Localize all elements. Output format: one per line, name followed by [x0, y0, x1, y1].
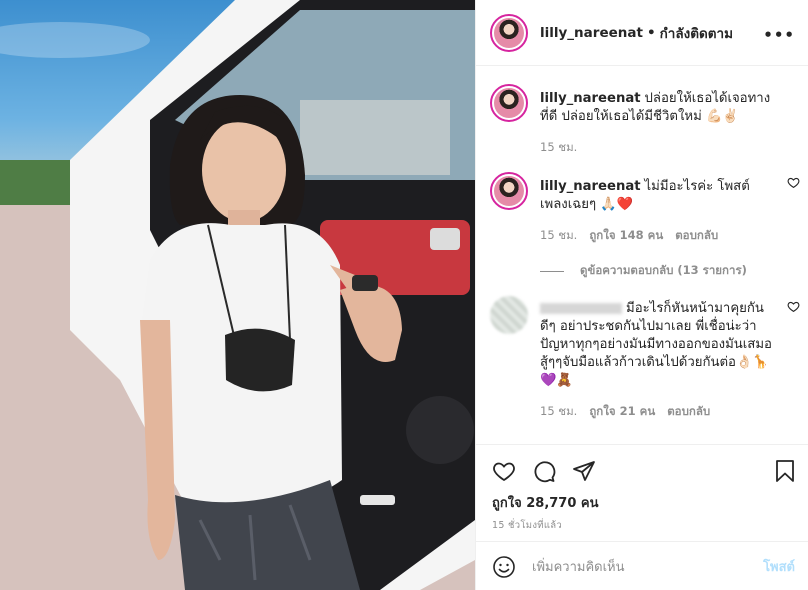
reply-button[interactable]: ตอบกลับ — [675, 226, 718, 244]
reply-button[interactable]: ตอบกลับ — [667, 402, 710, 420]
blurred-commenter-avatar[interactable] — [490, 296, 528, 334]
comment-meta: 15 ชม. ถูกใจ 148 คน ตอบกลับ — [540, 226, 775, 244]
post-comment-button[interactable]: โพสต์ — [763, 556, 795, 577]
blurred-commenter-username[interactable] — [540, 302, 622, 314]
author-username[interactable]: lilly_nareenat — [540, 25, 643, 41]
caption-time[interactable]: 15 ชม. — [540, 138, 577, 156]
replies-divider — [540, 270, 564, 272]
post-actions: ถูกใจ 28,770 คน 15 ชั่วโมงที่แล้ว เพิ่มค… — [476, 444, 808, 590]
share-icon[interactable] — [572, 459, 596, 483]
comment-time[interactable]: 15 ชม. — [540, 226, 577, 244]
post-caption: lilly_nareenat ปล่อยให้เธอได้เจอทางที่ดี … — [490, 84, 795, 156]
add-comment-bar: เพิ่มความคิดเห็น โพสต์ — [476, 541, 808, 590]
comment-item: lilly_nareenat ไม่มีอะไรค่ะ โพสต์เพลงเฉยๆ… — [490, 172, 800, 244]
heart-icon[interactable] — [492, 459, 516, 483]
comment-text: มีอะไรก็หันหน้ามาคุยกันดีๆ อย่าประชดกันไ… — [540, 301, 772, 388]
bookmark-icon[interactable] — [773, 459, 797, 483]
caption-username[interactable]: lilly_nareenat — [540, 91, 641, 106]
author-avatar[interactable] — [490, 13, 528, 52]
post-header: lilly_nareenat • กำลังติดตาม ••• — [476, 0, 808, 66]
comment-meta: 15 ชม. ถูกใจ 21 คน ตอบกลับ — [540, 402, 775, 420]
header-text: lilly_nareenat • กำลังติดตาม — [540, 22, 733, 44]
post-time-ago[interactable]: 15 ชั่วโมงที่แล้ว — [492, 518, 562, 533]
comment-input[interactable]: เพิ่มความคิดเห็น — [532, 556, 763, 577]
comment-like-heart-icon[interactable] — [787, 300, 800, 313]
post-side-panel: lilly_nareenat • กำลังติดตาม ••• lilly_n… — [475, 0, 808, 590]
bookmark-button[interactable] — [773, 459, 797, 487]
comment-body: มีอะไรก็หันหน้ามาคุยกันดีๆ อย่าประชดกันไ… — [540, 296, 775, 420]
view-replies-button[interactable]: ดูข้อความตอบกลับ (13 รายการ) — [540, 262, 747, 280]
comment-item: มีอะไรก็หันหน้ามาคุยกันดีๆ อย่าประชดกันไ… — [490, 296, 800, 420]
comment-icon[interactable] — [532, 459, 556, 483]
view-replies-label: ดูข้อความตอบกลับ (13 รายการ) — [580, 263, 747, 277]
photo-illustration — [0, 0, 475, 590]
comment-likes[interactable]: ถูกใจ 148 คน — [589, 226, 663, 244]
caption-avatar[interactable] — [490, 84, 528, 122]
comment-avatar[interactable] — [490, 172, 528, 210]
comment-time[interactable]: 15 ชม. — [540, 402, 577, 420]
action-icons — [492, 459, 596, 483]
comment-likes[interactable]: ถูกใจ 21 คน — [589, 402, 655, 420]
comment-like-heart-icon[interactable] — [787, 176, 800, 189]
post-photo[interactable] — [0, 0, 475, 590]
following-button[interactable]: กำลังติดตาม — [660, 22, 733, 44]
likes-count[interactable]: ถูกใจ 28,770 คน — [492, 492, 599, 513]
caption-body: lilly_nareenat ปล่อยให้เธอได้เจอทางที่ดี … — [540, 84, 775, 156]
header-separator: • — [646, 24, 656, 41]
more-horizontal-icon[interactable]: ••• — [763, 26, 795, 44]
emoji-icon[interactable] — [492, 555, 516, 579]
comment-username[interactable]: lilly_nareenat — [540, 179, 641, 194]
comment-body: lilly_nareenat ไม่มีอะไรค่ะ โพสต์เพลงเฉยๆ… — [540, 172, 775, 244]
caption-meta: 15 ชม. — [540, 138, 775, 156]
